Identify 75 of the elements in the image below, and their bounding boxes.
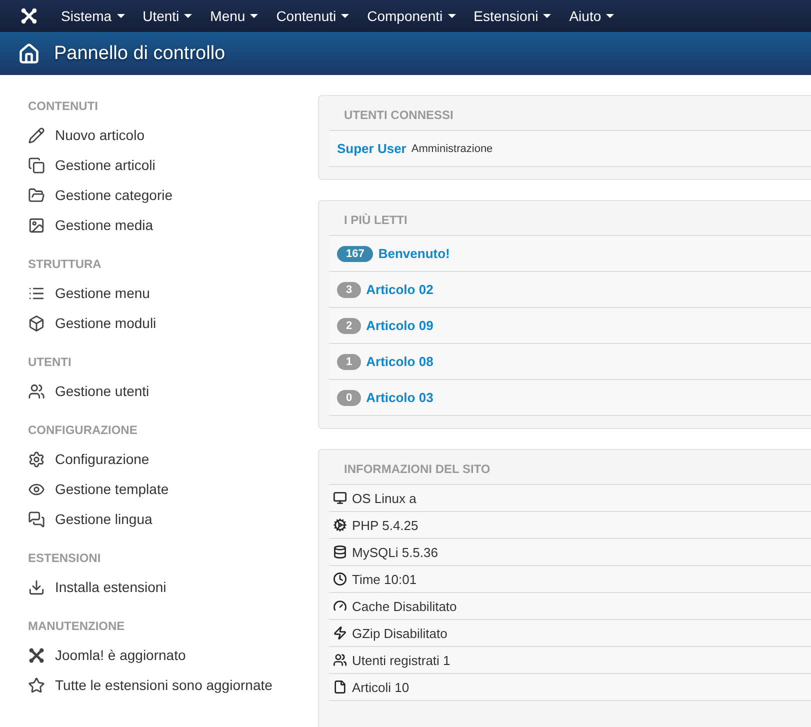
bolt-icon bbox=[333, 626, 347, 640]
article-link[interactable]: Articolo 03 bbox=[366, 390, 434, 405]
section-title: ESTENSIONI bbox=[28, 551, 102, 565]
info-text: MySQLi 5.5.36 bbox=[352, 544, 438, 560]
caret-icon bbox=[184, 14, 192, 18]
hits-badge: 2 bbox=[337, 318, 362, 334]
cube-icon bbox=[28, 314, 45, 332]
caret-icon bbox=[250, 14, 258, 18]
caret-icon bbox=[606, 14, 614, 18]
image-icon bbox=[28, 216, 45, 234]
menu-item[interactable]: Contenuti bbox=[267, 8, 358, 24]
article-link[interactable]: Articolo 02 bbox=[366, 282, 434, 297]
info-text: Articoli 10 bbox=[352, 680, 410, 694]
sidebar-link[interactable]: Nuovo articolo bbox=[28, 120, 318, 150]
article-link[interactable]: Articolo 08 bbox=[366, 354, 434, 369]
sidebar-link[interactable]: Gestione articoli bbox=[28, 150, 318, 180]
file-icon bbox=[333, 680, 347, 694]
joomla-logo-icon bbox=[28, 646, 45, 664]
users-icon bbox=[333, 653, 347, 667]
article-link[interactable]: Articolo 09 bbox=[366, 318, 434, 333]
caret-icon bbox=[448, 14, 456, 18]
section-title: CONTENUTI bbox=[28, 99, 99, 113]
menu-item[interactable]: Sistema bbox=[52, 8, 134, 24]
hits-badge: 3 bbox=[337, 282, 362, 298]
gears-icon bbox=[333, 518, 347, 532]
menu-item[interactable]: Utenti bbox=[134, 8, 202, 24]
caret-icon bbox=[116, 14, 125, 18]
info-text: Time 10:01 bbox=[352, 572, 417, 586]
chat-icon bbox=[28, 510, 45, 528]
sidebar-link[interactable]: Installa estensioni bbox=[28, 572, 318, 602]
info-text: Cache Disabilitato bbox=[352, 598, 457, 614]
section-title: UTENTI bbox=[28, 355, 72, 369]
caret-icon bbox=[543, 14, 552, 18]
info-text: GZip Disabilitato bbox=[352, 626, 448, 640]
hits-badge: 167 bbox=[337, 246, 374, 262]
gauge-icon bbox=[333, 599, 347, 613]
info-text: Utenti registrati 1 bbox=[352, 652, 450, 668]
home-icon bbox=[18, 42, 40, 64]
user-area: Amministrazione bbox=[411, 142, 493, 154]
sidebar-link[interactable]: Gestione lingua bbox=[28, 504, 318, 534]
hits-badge: 0 bbox=[337, 390, 362, 406]
monitor-icon bbox=[333, 491, 347, 505]
info-text: OS Linux a bbox=[352, 490, 416, 506]
database-icon bbox=[333, 545, 347, 559]
menu-item[interactable]: Aiuto bbox=[560, 8, 624, 24]
download-icon bbox=[28, 578, 45, 596]
caret-icon bbox=[341, 14, 350, 18]
copy-icon bbox=[28, 156, 45, 174]
section-title: CONFIGURAZIONE bbox=[28, 423, 138, 437]
users-icon bbox=[28, 382, 45, 400]
sidebar-link[interactable]: Configurazione bbox=[28, 444, 318, 474]
sidebar-link[interactable]: Gestione template bbox=[28, 474, 318, 504]
settings-icon bbox=[28, 450, 45, 468]
clock-icon bbox=[333, 572, 347, 586]
menu-item[interactable]: Menu bbox=[201, 8, 268, 24]
page-title: Pannello di controllo bbox=[54, 42, 226, 64]
sidebar-link[interactable]: Gestione categorie bbox=[28, 180, 318, 210]
sidebar-link[interactable]: Gestione menu bbox=[28, 278, 318, 308]
sidebar-link[interactable]: Gestione moduli bbox=[28, 308, 318, 338]
article-link[interactable]: Benvenuto! bbox=[378, 246, 450, 261]
menu-item[interactable]: Componenti bbox=[358, 8, 465, 24]
sidebar-link[interactable]: Gestione utenti bbox=[28, 376, 318, 406]
user-link[interactable]: Super User bbox=[337, 141, 406, 156]
info-text: PHP 5.4.25 bbox=[352, 518, 418, 532]
section-title: STRUTTURA bbox=[28, 257, 102, 271]
folder-icon bbox=[28, 186, 45, 204]
sidebar-link[interactable]: Joomla! è aggiornato bbox=[28, 640, 318, 670]
menu-item[interactable]: Estensioni bbox=[464, 8, 560, 24]
pencil-icon bbox=[28, 126, 45, 144]
sidebar-link[interactable]: Tutte le estensioni sono aggiornate bbox=[28, 670, 318, 700]
section-title: MANUTENZIONE bbox=[28, 619, 126, 633]
joomla-logo-icon bbox=[20, 7, 38, 25]
star-icon bbox=[28, 676, 45, 694]
sidebar-link[interactable]: Gestione media bbox=[28, 210, 318, 240]
hits-badge: 1 bbox=[337, 354, 362, 370]
